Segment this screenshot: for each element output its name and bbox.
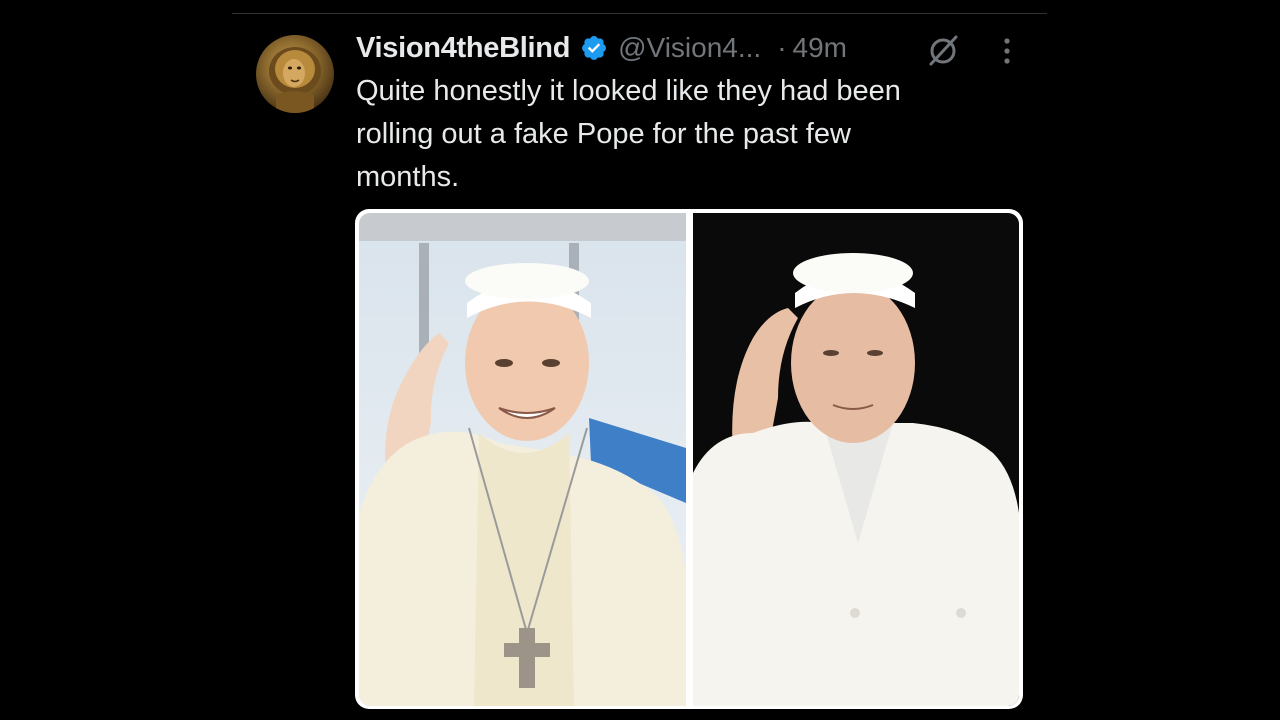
display-name[interactable]: Vision4theBlind	[356, 32, 570, 65]
avatar[interactable]	[256, 35, 334, 113]
timestamp[interactable]: 49m	[793, 32, 847, 64]
verified-badge-icon[interactable]	[580, 34, 608, 62]
tweet[interactable]: Vision4theBlind @Vision4... · 49m Quite …	[0, 0, 1280, 720]
tweet-text: Quite honestly it looked like they had b…	[356, 75, 901, 193]
user-handle[interactable]: @Vision4...	[618, 32, 761, 64]
photo-right[interactable]	[693, 213, 1019, 706]
more-options-icon[interactable]	[995, 36, 1019, 66]
tweet-header: Vision4theBlind @Vision4... · 49m	[356, 28, 847, 68]
photo-left[interactable]	[359, 213, 686, 706]
grok-icon[interactable]	[925, 32, 961, 68]
media-grid	[355, 209, 1023, 709]
separator-dot: ·	[777, 32, 787, 63]
avatar-image	[269, 47, 321, 113]
